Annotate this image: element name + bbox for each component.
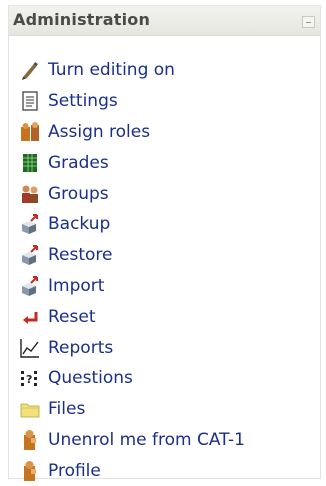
menu-item-label[interactable]: Questions <box>48 368 133 388</box>
menu-item-label[interactable]: Import <box>48 276 104 296</box>
reset-arrow-icon <box>19 306 41 328</box>
menu-item-turn-editing-on[interactable]: Turn editing on <box>9 55 320 86</box>
settings-document-icon <box>19 90 41 112</box>
edit-pencil-icon <box>19 59 41 81</box>
menu-item-label[interactable]: Restore <box>48 245 113 265</box>
menu-item-import[interactable]: Import <box>9 271 320 302</box>
menu-item-label[interactable]: Assign roles <box>48 122 150 142</box>
menu-item-files[interactable]: Files <box>9 394 320 425</box>
backup-box-icon <box>19 213 41 235</box>
menu-item-reset[interactable]: Reset <box>9 301 320 332</box>
menu-item-label[interactable]: Files <box>48 399 85 419</box>
collapse-block-button[interactable] <box>302 16 315 28</box>
menu-item-label[interactable]: Groups <box>48 184 109 204</box>
menu-item-label[interactable]: Backup <box>48 214 110 234</box>
groups-people-icon <box>19 183 41 205</box>
menu-item-grades[interactable]: Grades <box>9 147 320 178</box>
menu-item-label[interactable]: Unenrol me from CAT-1 <box>48 430 245 450</box>
menu-item-assign-roles[interactable]: Assign roles <box>9 117 320 148</box>
admin-menu-list: Turn editing on Settings Assign roles Gr… <box>9 55 320 486</box>
menu-item-backup[interactable]: Backup <box>9 209 320 240</box>
menu-item-label[interactable]: Reset <box>48 307 96 327</box>
grades-spreadsheet-icon <box>19 152 41 174</box>
menu-item-label[interactable]: Turn editing on <box>48 60 175 80</box>
administration-block: Administration Turn editing on Settings … <box>8 5 321 481</box>
unenrol-user-icon <box>19 429 41 451</box>
menu-item-label[interactable]: Settings <box>48 91 118 111</box>
profile-user-icon <box>19 460 41 482</box>
svg-text:?: ? <box>26 373 32 386</box>
import-box-icon <box>19 275 41 297</box>
menu-item-reports[interactable]: Reports <box>9 332 320 363</box>
block-header: Administration <box>9 6 320 36</box>
menu-item-label[interactable]: Grades <box>48 153 109 173</box>
folder-icon <box>19 398 41 420</box>
questions-icon: ? <box>19 367 41 389</box>
menu-item-settings[interactable]: Settings <box>9 86 320 117</box>
menu-item-label[interactable]: Reports <box>48 338 113 358</box>
block-title: Administration <box>13 10 151 29</box>
menu-item-unenrol[interactable]: Unenrol me from CAT-1 <box>9 425 320 456</box>
menu-item-restore[interactable]: Restore <box>9 240 320 271</box>
menu-item-profile[interactable]: Profile <box>9 455 320 486</box>
reports-chart-icon <box>19 337 41 359</box>
assign-roles-icon <box>19 121 41 143</box>
menu-item-questions[interactable]: ? Questions <box>9 363 320 394</box>
menu-item-groups[interactable]: Groups <box>9 178 320 209</box>
menu-item-label[interactable]: Profile <box>48 461 101 481</box>
restore-box-icon <box>19 244 41 266</box>
